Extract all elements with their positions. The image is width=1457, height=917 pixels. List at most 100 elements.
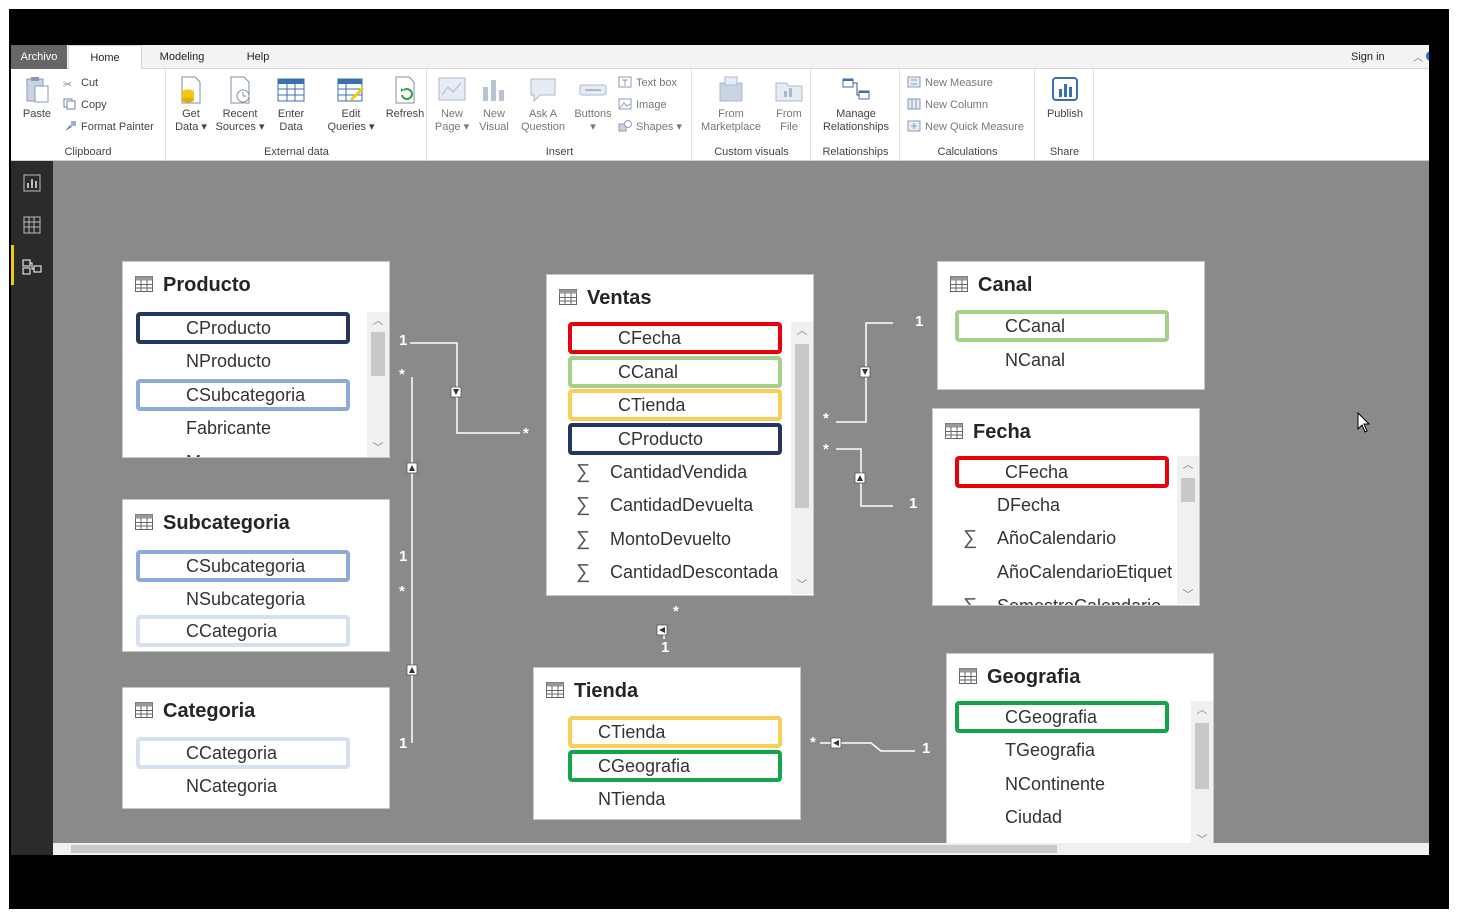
field-ciudad[interactable]: Ciudad (955, 802, 1169, 834)
table-card-categoria[interactable]: Categoria CCategoria NCategoria (122, 687, 390, 809)
field-ctienda[interactable]: CTienda (568, 716, 782, 748)
field-semestrecalendario[interactable]: ∑ SemestreCalendario (947, 591, 1173, 605)
field-anocalendarioetiqueta[interactable]: AñoCalendarioEtiqueta (947, 557, 1173, 589)
field-montodevuelto[interactable]: ∑ MontoDevuelto (560, 524, 786, 556)
scroll-up-icon[interactable]: ︿ (367, 312, 389, 330)
field-tgeografia[interactable]: TGeografia (955, 735, 1169, 767)
field-cproducto[interactable]: CProducto (568, 423, 782, 455)
ask-question-button[interactable]: Ask A Question (516, 75, 570, 134)
scroll-thumb[interactable] (371, 332, 385, 376)
tab-modeling[interactable]: Modeling (151, 45, 213, 69)
new-measure-button[interactable]: New Measure (907, 75, 993, 91)
field-cantidaddescontada[interactable]: ∑ CantidadDescontada (560, 557, 786, 589)
copy-button[interactable]: Copy (63, 97, 107, 113)
new-visual-button[interactable]: New Visual (476, 75, 512, 134)
sigma-icon: ∑ (963, 527, 978, 549)
enter-data-button[interactable]: Enter Data (271, 75, 311, 134)
new-page-button[interactable]: New Page ▾ (434, 75, 470, 134)
table-card-canal[interactable]: Canal CCanal NCanal (937, 261, 1205, 390)
publish-button[interactable]: Publish (1040, 75, 1090, 121)
new-quick-measure-button[interactable]: New Quick Measure (907, 119, 1024, 135)
field-ccanal[interactable]: CCanal (955, 310, 1169, 342)
field-ctienda[interactable]: CTienda (568, 389, 782, 421)
field-cgeografia[interactable]: CGeografia (568, 750, 782, 782)
sign-in-link[interactable]: Sign in (1351, 45, 1385, 69)
table-card-tienda[interactable]: Tienda CTienda CGeografia NTienda (533, 667, 801, 820)
table-scrollbar[interactable]: ︿ ﹀ (367, 312, 389, 457)
image-button[interactable]: Image (618, 97, 667, 113)
field-ncanal[interactable]: NCanal (955, 345, 1169, 377)
report-view-icon[interactable] (22, 173, 42, 193)
field-cfecha[interactable]: CFecha (955, 456, 1169, 488)
scroll-up-icon[interactable]: ︿ (791, 322, 813, 340)
field-ncategoria[interactable]: NCategoria (136, 771, 350, 803)
new-column-button[interactable]: New Column (907, 97, 988, 113)
table-scrollbar[interactable]: ︿ ﹀ (1191, 701, 1213, 849)
from-file-button[interactable]: From File (769, 75, 809, 134)
scroll-thumb[interactable] (1181, 478, 1195, 502)
scroll-up-icon[interactable]: ︿ (1191, 701, 1213, 719)
cut-button[interactable]: ✂ Cut (63, 75, 98, 91)
table-card-subcategoria[interactable]: Subcategoria CSubcategoria NSubcategoria… (122, 499, 390, 652)
tab-home[interactable]: Home (68, 45, 142, 70)
field-cfecha[interactable]: CFecha (568, 322, 782, 354)
table-scrollbar[interactable]: ︿ ﹀ (1177, 456, 1199, 604)
tab-archivo[interactable]: Archivo (11, 45, 67, 69)
field-fabricante[interactable]: Fabricante (136, 413, 350, 445)
model-view-icon[interactable] (22, 257, 42, 277)
field-ccategoria[interactable]: CCategoria (136, 737, 350, 769)
field-marca[interactable]: Marca (136, 447, 350, 457)
cardinality-many: * (673, 603, 679, 620)
scroll-thumb[interactable] (795, 344, 809, 508)
rel-producto-ventas[interactable] (410, 342, 520, 434)
field-nsubcategoria[interactable]: NSubcategoria (136, 584, 350, 616)
get-data-button[interactable]: Get Data ▾ (173, 75, 209, 134)
field-dfecha[interactable]: DFecha (947, 490, 1173, 522)
scroll-thumb[interactable] (1195, 723, 1209, 789)
account-icon[interactable] (1426, 51, 1429, 61)
edit-queries-button[interactable]: Edit Queries ▾ (327, 75, 375, 134)
collapse-ribbon-icon[interactable]: ︿ (1413, 49, 1423, 64)
field-csubcategoria[interactable]: CSubcategoria (136, 550, 350, 582)
model-canvas[interactable]: 1 * * 1 * 1 1 * * 1 * 1 * 1 Producto CPr… (53, 161, 1429, 855)
field-csubcategoria[interactable]: CSubcategoria (136, 379, 350, 411)
scroll-thumb[interactable] (71, 845, 1057, 853)
speech-bubble-icon (530, 78, 556, 103)
text-box-button[interactable]: Text box (618, 75, 677, 91)
canvas-horizontal-scrollbar[interactable] (53, 843, 1429, 855)
field-ccanal[interactable]: CCanal (568, 356, 782, 388)
new-quick-measure-label: New Quick Measure (925, 121, 1025, 133)
recent-sources-button[interactable]: Recent Sources ▾ (215, 75, 265, 134)
field-cproducto[interactable]: CProducto (136, 312, 350, 344)
data-view-icon[interactable] (22, 215, 42, 235)
scroll-down-icon[interactable]: ﹀ (367, 439, 389, 457)
table-card-fecha[interactable]: Fecha CFecha DFecha ∑ AñoCalendario AñoCa… (932, 408, 1200, 606)
scroll-down-icon[interactable]: ﹀ (1177, 586, 1199, 604)
field-nproducto[interactable]: NProducto (136, 346, 350, 378)
scroll-up-icon[interactable]: ︿ (1177, 456, 1199, 474)
table-scrollbar[interactable]: ︿ ﹀ (791, 322, 813, 594)
edit-queries-icon (337, 78, 364, 102)
field-ccategoria[interactable]: CCategoria (136, 615, 350, 647)
from-marketplace-button[interactable]: From Marketplace (697, 75, 765, 134)
buttons-button[interactable]: Buttons ▾ (570, 75, 616, 134)
refresh-button[interactable]: Refresh (383, 75, 427, 121)
field-cantidadvendida[interactable]: ∑ CantidadVendida (560, 457, 786, 489)
field-cantidaddevuelta[interactable]: ∑ CantidadDevuelta (560, 490, 786, 522)
field-ntienda[interactable]: NTienda (568, 784, 782, 816)
paste-button[interactable]: Paste (19, 75, 55, 121)
scroll-down-icon[interactable]: ﹀ (791, 576, 813, 594)
field-cgeografia[interactable]: CGeografia (955, 701, 1169, 733)
field-ncontinente[interactable]: NContinente (955, 769, 1169, 801)
table-card-geografia[interactable]: Geografia CGeografia TGeografia NContine… (946, 653, 1214, 851)
format-painter-button[interactable]: Format Painter (63, 119, 154, 135)
table-card-producto[interactable]: Producto CProducto NProducto CSubcategor… (122, 261, 390, 458)
field-anocalendario[interactable]: ∑ AñoCalendario (947, 523, 1173, 555)
table-icon (559, 289, 577, 305)
power-bi-app: Archivo Home Modeling Help Sign in ︿ Pas… (11, 45, 1429, 855)
tab-help[interactable]: Help (239, 45, 277, 69)
custom-visuals-group-label: Custom visuals (714, 146, 789, 158)
table-card-ventas[interactable]: Ventas CFecha CCanal CTienda CProducto ∑… (546, 274, 814, 596)
manage-relationships-button[interactable]: Manage Relationships (816, 75, 896, 134)
shapes-button[interactable]: Shapes ▾ (618, 119, 682, 135)
